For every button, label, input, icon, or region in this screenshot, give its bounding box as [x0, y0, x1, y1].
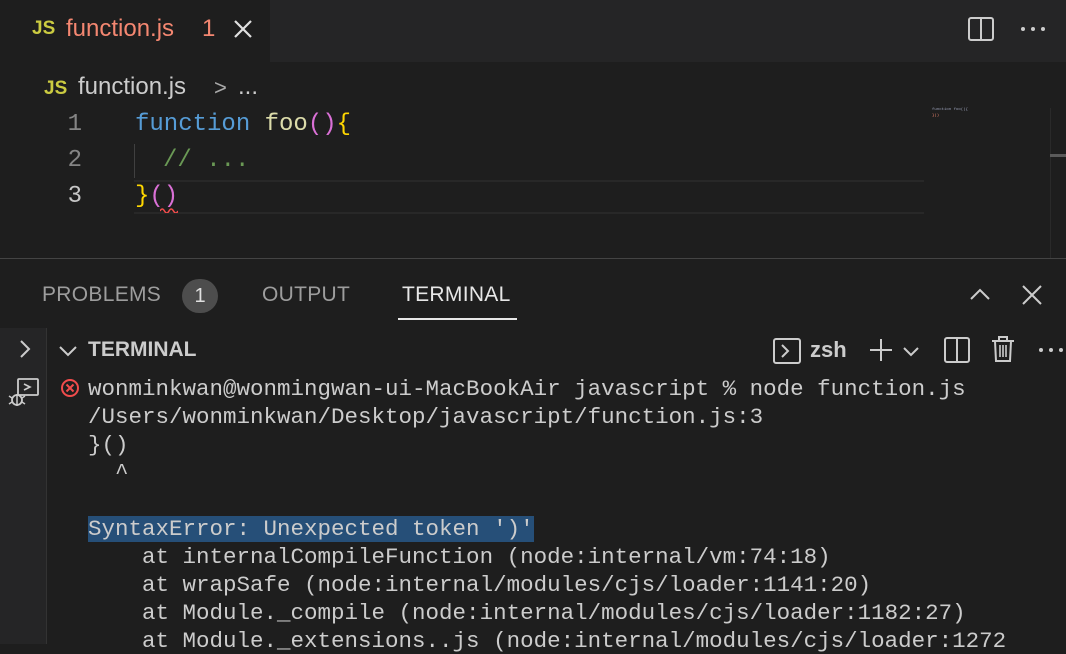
terminal-line-selected[interactable]: SyntaxError: Unexpected token ')' [88, 516, 534, 542]
chevron-right-icon[interactable] [12, 336, 38, 362]
code-line-3[interactable]: }() [135, 183, 178, 210]
terminal-line: }() [88, 432, 129, 458]
minimap-line: }() [932, 114, 940, 118]
js-file-icon: JS [32, 18, 56, 39]
error-icon [61, 379, 79, 397]
selected-text: SyntaxError: Unexpected token ')' [88, 516, 534, 542]
terminal-line: at internalCompileFunction (node:interna… [88, 544, 831, 570]
scrollbar-cursor-marker [1050, 154, 1066, 157]
line-number: 1 [67, 111, 82, 138]
plus-icon[interactable] [866, 336, 896, 364]
debug-icon[interactable] [6, 376, 42, 410]
chevron-down-icon[interactable] [56, 340, 80, 362]
breadcrumb-separator: > [214, 75, 227, 100]
tab-filename[interactable]: function.js [66, 15, 174, 43]
terminal-line: at Module._compile (node:internal/module… [88, 600, 966, 626]
terminal-line: /Users/wonminkwan/Desktop/javascript/fun… [88, 404, 764, 430]
more-icon[interactable] [1036, 336, 1066, 364]
line-number: 3 [67, 183, 82, 210]
chevron-up-icon[interactable] [966, 282, 994, 308]
minimap-line: function foo(){ [932, 108, 969, 112]
active-tab-indicator [398, 318, 517, 320]
more-icon[interactable] [1016, 14, 1050, 44]
code-line-2[interactable]: // ... [163, 147, 249, 174]
paren-token: () [307, 111, 337, 138]
tab-problems[interactable]: PROBLEMS [42, 283, 161, 307]
current-line-highlight [134, 180, 924, 214]
brace-token: { [336, 111, 352, 138]
panel-border [0, 258, 1066, 259]
split-editor-icon[interactable] [966, 14, 996, 44]
close-panel-icon[interactable] [1018, 282, 1046, 308]
error-squiggle [160, 208, 178, 213]
terminal-line: wonminkwan@wonmingwan-ui-MacBookAir java… [88, 376, 966, 402]
tab-output[interactable]: OUTPUT [262, 283, 350, 307]
keyword-token: function [135, 111, 251, 138]
terminal-line: ^ [88, 460, 129, 486]
trash-icon[interactable] [988, 334, 1018, 364]
code-line-1[interactable]: function foo(){ [135, 111, 351, 138]
paren-token: () [149, 183, 179, 210]
tab-problem-count: 1 [202, 15, 216, 42]
tab-terminal[interactable]: TERMINAL [402, 283, 511, 307]
shell-name[interactable]: zsh [810, 337, 847, 363]
split-terminal-icon[interactable] [942, 336, 972, 364]
terminal-line: at wrapSafe (node:internal/modules/cjs/l… [88, 572, 872, 598]
brace-token: } [135, 183, 150, 210]
function-name-token: foo [264, 111, 308, 138]
chevron-down-icon[interactable] [900, 341, 922, 361]
terminal-line: at Module._extensions..js (node:internal… [88, 628, 1007, 654]
breadcrumb-js-icon: JS [44, 78, 68, 99]
close-icon[interactable] [230, 14, 256, 44]
editor-scrollbar[interactable] [1050, 108, 1066, 258]
breadcrumb-file[interactable]: function.js [78, 73, 186, 101]
problems-count-badge: 1 [182, 279, 218, 313]
terminal-icon[interactable] [772, 337, 802, 365]
line-number: 2 [67, 147, 82, 174]
indent-guide [134, 144, 135, 178]
breadcrumb-symbols[interactable]: ... [238, 73, 258, 101]
terminal-section-title: TERMINAL [88, 338, 197, 361]
